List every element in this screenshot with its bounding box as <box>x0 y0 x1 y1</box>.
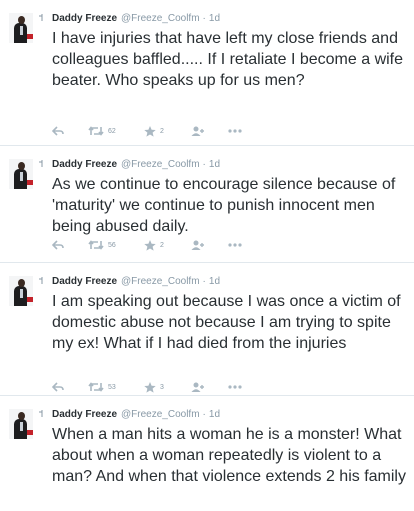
more-icon <box>228 129 242 133</box>
reply-button[interactable] <box>52 380 64 394</box>
avatar[interactable] <box>9 159 33 189</box>
tweet-header: Daddy Freeze @Freeze_Coolfm · 1d <box>52 12 220 25</box>
tweet-header: Daddy Freeze @Freeze_Coolfm · 1d <box>52 408 220 421</box>
retweet-count: 53 <box>108 383 116 391</box>
star-icon <box>144 381 156 393</box>
separator-dot: · <box>202 409 206 420</box>
reply-icon <box>52 382 64 392</box>
verified-mark-icon <box>39 410 43 417</box>
follow-button[interactable] <box>191 380 205 394</box>
timestamp[interactable]: 1d <box>209 276 220 287</box>
tweet-text: When a man hits a woman he is a monster!… <box>52 426 406 485</box>
follow-icon <box>191 240 204 250</box>
retweet-count: 56 <box>108 241 116 249</box>
author-handle[interactable]: @Freeze_Coolfm <box>121 159 200 170</box>
separator-dot: · <box>202 276 206 287</box>
tweet-actions: 62 2 <box>52 124 252 138</box>
star-icon <box>144 125 156 137</box>
tweet-text: As we continue to encourage silence beca… <box>52 176 396 235</box>
tweet[interactable]: Daddy Freeze @Freeze_Coolfm · 1d When a man… <box>0 396 414 511</box>
retweet-icon <box>88 240 104 250</box>
retweet-button[interactable]: 53 <box>88 380 116 394</box>
author-handle[interactable]: @Freeze_Coolfm <box>121 409 200 420</box>
timestamp[interactable]: 1d <box>209 159 220 170</box>
retweet-button[interactable]: 62 <box>88 124 116 138</box>
tweet-header: Daddy Freeze @Freeze_Coolfm · 1d <box>52 275 220 288</box>
retweet-icon <box>88 382 104 392</box>
author-handle[interactable]: @Freeze_Coolfm <box>121 13 200 24</box>
reply-icon <box>52 126 64 136</box>
tweet[interactable]: Daddy Freeze @Freeze_Coolfm · 1d I have inj… <box>0 0 414 146</box>
favorite-count: 2 <box>160 127 164 135</box>
favorite-button[interactable]: 2 <box>144 238 164 252</box>
more-button[interactable] <box>228 124 242 138</box>
separator-dot: · <box>202 13 206 24</box>
favorite-button[interactable]: 2 <box>144 124 164 138</box>
follow-icon <box>191 382 204 392</box>
follow-icon <box>191 126 204 136</box>
avatar[interactable] <box>9 276 33 306</box>
tweet-actions: 56 2 <box>52 238 252 252</box>
tweet-actions: 53 3 <box>52 380 252 394</box>
retweet-button[interactable]: 56 <box>88 238 116 252</box>
retweet-icon <box>88 126 104 136</box>
tweet-text: I have injuries that have left my close … <box>52 30 404 89</box>
more-icon <box>228 385 242 389</box>
author-name[interactable]: Daddy Freeze <box>52 276 117 287</box>
more-button[interactable] <box>228 380 242 394</box>
avatar[interactable] <box>9 409 33 439</box>
more-button[interactable] <box>228 238 242 252</box>
tweet-header: Daddy Freeze @Freeze_Coolfm · 1d <box>52 158 220 171</box>
more-icon <box>228 243 242 247</box>
author-handle[interactable]: @Freeze_Coolfm <box>121 276 200 287</box>
tweet-text: I am speaking out because I was once a v… <box>52 293 401 352</box>
reply-icon <box>52 240 64 250</box>
timestamp[interactable]: 1d <box>209 409 220 420</box>
reply-button[interactable] <box>52 124 64 138</box>
avatar[interactable] <box>9 13 33 43</box>
favorite-count: 2 <box>160 241 164 249</box>
verified-mark-icon <box>39 277 43 284</box>
timestamp[interactable]: 1d <box>209 13 220 24</box>
reply-button[interactable] <box>52 238 64 252</box>
favorite-button[interactable]: 3 <box>144 380 164 394</box>
tweet[interactable]: Daddy Freeze @Freeze_Coolfm · 1d As we cont… <box>0 146 414 263</box>
star-icon <box>144 239 156 251</box>
tweet[interactable]: Daddy Freeze @Freeze_Coolfm · 1d I am speak… <box>0 263 414 396</box>
follow-button[interactable] <box>191 238 205 252</box>
author-name[interactable]: Daddy Freeze <box>52 159 117 170</box>
verified-mark-icon <box>39 14 43 21</box>
favorite-count: 3 <box>160 383 164 391</box>
author-name[interactable]: Daddy Freeze <box>52 13 117 24</box>
follow-button[interactable] <box>191 124 205 138</box>
verified-mark-icon <box>39 160 43 167</box>
retweet-count: 62 <box>108 127 116 135</box>
author-name[interactable]: Daddy Freeze <box>52 409 117 420</box>
separator-dot: · <box>202 159 206 170</box>
